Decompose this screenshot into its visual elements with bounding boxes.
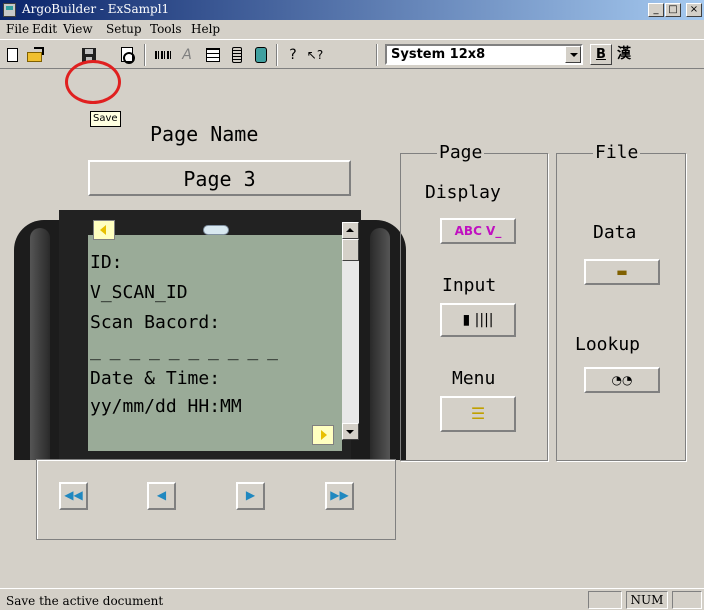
previous-page-button[interactable]: ◀ (147, 482, 176, 510)
new-button[interactable] (4, 46, 22, 64)
menu-button[interactable]: ☰ (440, 396, 516, 432)
screen-scroll-left-button[interactable] (93, 220, 115, 240)
first-page-button[interactable]: ◀◀ (59, 482, 88, 510)
font-select[interactable]: System 12x8 (385, 44, 583, 65)
screen-scrollbar[interactable] (342, 222, 359, 440)
last-page-button[interactable]: ▶▶ (325, 482, 354, 510)
status-cell-empty (672, 591, 702, 609)
screen-line: Date & Time: (90, 368, 221, 389)
status-message: Save the active document (6, 594, 164, 608)
data-button[interactable]: ▬ (584, 259, 660, 285)
close-button[interactable]: × (686, 3, 702, 17)
data-folder-icon: ▬ (616, 265, 628, 279)
screen-line: Scan Bacord: (90, 312, 221, 333)
menu-file[interactable]: File (6, 22, 29, 36)
layout-button[interactable] (204, 46, 222, 64)
help-button[interactable]: ? (284, 46, 302, 64)
page-name-label: Page Name (150, 122, 259, 146)
input-button[interactable]: ▮ |||| (440, 303, 516, 337)
context-help-button[interactable]: ↖? (306, 46, 324, 64)
save-highlight-circle (65, 60, 121, 104)
screen-line: yy/mm/dd HH:MM (90, 396, 242, 417)
scroll-down-button[interactable] (342, 423, 359, 440)
maximize-button[interactable]: □ (665, 3, 681, 17)
status-num-indicator: NUM (626, 591, 668, 609)
data-label: Data (593, 222, 637, 243)
bold-button[interactable]: B (590, 44, 612, 65)
first-page-icon: ◀◀ (64, 488, 83, 502)
scroll-thumb[interactable] (342, 239, 359, 261)
menu-bar: File Edit View Setup Tools Help (0, 20, 704, 39)
page-name-value: Page 3 (183, 167, 256, 191)
menu-help[interactable]: Help (191, 22, 220, 36)
app-window: ArgoBuilder - ExSampl1 _ □ × File Edit V… (0, 0, 704, 610)
device-indicator-light (203, 225, 229, 235)
menu-edit[interactable]: Edit (32, 22, 57, 36)
scroll-up-button[interactable] (342, 222, 359, 239)
display-button[interactable]: ABC V_ (440, 218, 516, 244)
window-title: ArgoBuilder - ExSampl1 (22, 2, 170, 16)
title-bar[interactable]: ArgoBuilder - ExSampl1 _ □ × (0, 0, 704, 20)
display-label: Display (425, 182, 501, 203)
menu-setup[interactable]: Setup (106, 22, 142, 36)
menu-label: Menu (452, 368, 496, 389)
next-page-icon: ▶ (245, 488, 256, 502)
open-folder-icon (27, 47, 44, 62)
layout-grid-icon (206, 48, 220, 62)
new-document-icon (7, 48, 18, 62)
open-button[interactable] (26, 46, 44, 64)
handheld-icon (255, 47, 267, 63)
terminal-button[interactable] (228, 46, 246, 64)
last-page-icon: ▶▶ (330, 488, 349, 502)
device-button[interactable] (252, 46, 270, 64)
input-scanner-icon: ▮ |||| (462, 312, 494, 328)
preview-icon (121, 47, 135, 64)
menu-tools[interactable]: Tools (150, 22, 182, 36)
screen-line: V_SCAN_ID (90, 282, 188, 303)
preview-button[interactable] (118, 46, 136, 64)
toolbar-separator (144, 44, 146, 66)
toolbar-separator (376, 44, 378, 66)
menu-list-icon: ☰ (470, 404, 486, 423)
toolbar-separator (276, 44, 278, 66)
input-label: Input (442, 275, 497, 296)
text-a-icon: A (182, 47, 192, 63)
screen-scroll-right-button[interactable] (312, 425, 334, 445)
page-group-title: Page (437, 142, 485, 163)
display-abc-icon: ABC V_ (454, 224, 502, 238)
barcode-icon (155, 51, 171, 59)
lookup-glasses-icon: ◔◔ (611, 373, 633, 387)
chevron-down-icon[interactable] (565, 46, 581, 63)
device-right-grip (351, 220, 406, 460)
menu-view[interactable]: View (63, 22, 93, 36)
screen-line: _ _ _ _ _ _ _ _ _ _ (90, 340, 278, 361)
screen-line: ID: (90, 252, 123, 273)
file-group-title: File (593, 142, 641, 163)
help-icon: ? (289, 47, 297, 63)
page-name-field[interactable]: Page 3 (88, 160, 351, 196)
status-bar: Save the active document NUM (0, 588, 704, 610)
font-select-value: System 12x8 (391, 47, 486, 62)
terminal-icon (232, 47, 242, 63)
save-tooltip: Save (90, 111, 121, 127)
previous-page-icon: ◀ (156, 488, 167, 502)
status-cell-empty (588, 591, 622, 609)
app-icon (3, 3, 16, 17)
minimize-button[interactable]: _ (648, 3, 664, 17)
file-group: File (556, 142, 686, 461)
kanji-button[interactable]: 漢 (613, 44, 635, 65)
barcode-button[interactable] (154, 46, 172, 64)
lookup-button[interactable]: ◔◔ (584, 367, 660, 393)
text-button[interactable]: A (178, 46, 196, 64)
next-page-button[interactable]: ▶ (236, 482, 265, 510)
lookup-label: Lookup (575, 334, 641, 355)
context-help-icon: ↖? (306, 48, 324, 62)
